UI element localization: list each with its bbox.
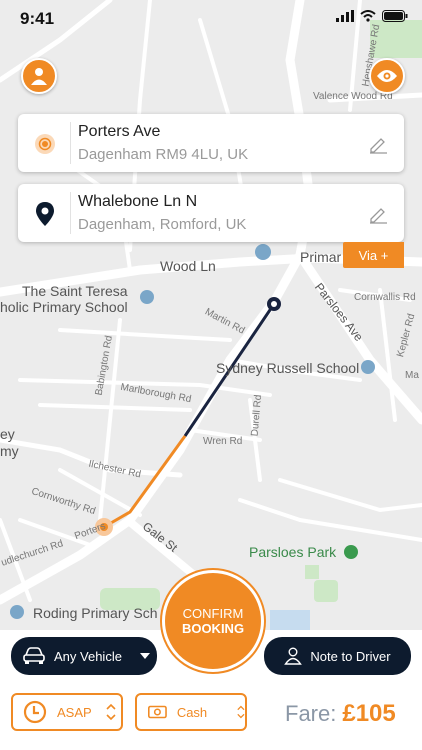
pickup-divider xyxy=(70,122,71,164)
confirm-line1: CONFIRM xyxy=(182,606,244,621)
map-label-wren-rd: Wren Rd xyxy=(203,436,243,447)
up-down-chevron-icon xyxy=(106,703,116,721)
fare-display: Fare: £105 xyxy=(285,700,396,728)
map-label-my: my xyxy=(0,443,19,459)
profile-icon xyxy=(31,68,47,85)
map-label-saint-teresa: The Saint Teresa xyxy=(22,283,128,299)
pickup-name: Porters Ave xyxy=(78,123,161,140)
status-time: 9:41 xyxy=(20,9,55,28)
map-label-sydney-russell: Sydney Russell School xyxy=(216,360,360,376)
pencil-icon[interactable] xyxy=(368,204,388,224)
dropoff-detail: Dagenham, Romford, UK xyxy=(78,216,247,233)
time-select[interactable]: ASAP xyxy=(11,693,123,731)
map-label-ey: ey xyxy=(0,426,15,442)
payment-label: Cash xyxy=(176,704,208,720)
map-label-saint-teresa-school: holic Primary School xyxy=(0,299,128,315)
dropoff-card[interactable]: Whalebone Ln N Dagenham, Romford, UK xyxy=(18,184,404,242)
pencil-icon[interactable] xyxy=(368,134,388,154)
map-label-ma: Ma xyxy=(405,370,419,381)
eye-button[interactable] xyxy=(369,58,405,94)
pickup-card[interactable]: Porters Ave Dagenham RM9 4LU, UK xyxy=(18,114,404,172)
location-pin-icon xyxy=(32,201,58,227)
confirm-booking-button[interactable]: CONFIRM BOOKING xyxy=(162,570,264,672)
vehicle-label: Any Vehicle xyxy=(54,648,122,664)
confirm-line2: BOOKING xyxy=(181,621,245,636)
eye-icon xyxy=(377,70,397,82)
up-down-chevron-icon xyxy=(237,705,245,719)
car-icon xyxy=(23,647,45,664)
battery-icon xyxy=(382,10,408,22)
note-label: Note to Driver xyxy=(310,648,391,664)
clock-icon xyxy=(23,700,47,724)
pickup-detail: Dagenham RM9 4LU, UK xyxy=(78,146,249,163)
user-outline-icon xyxy=(284,647,303,665)
map-label-wood-ln: Wood Ln xyxy=(160,258,216,274)
fare-amount: £105 xyxy=(342,700,396,727)
dropoff-divider xyxy=(70,192,71,234)
map-view[interactable]: Wood Ln Primar The Saint Teresa holic Pr… xyxy=(0,0,422,630)
dropoff-name: Whalebone Ln N xyxy=(78,193,198,210)
map-label-primary: Primar xyxy=(300,249,342,265)
signal-icon xyxy=(336,10,354,22)
payment-select[interactable]: Cash xyxy=(135,693,247,731)
status-bar: 9:41 xyxy=(0,0,422,36)
pickup-dot-icon xyxy=(32,131,58,157)
map-label-roding: Roding Primary Sch xyxy=(33,605,158,621)
fare-label: Fare: xyxy=(285,701,337,726)
map-label-parsloes-park: Parsloes Park xyxy=(249,544,337,560)
dropdown-arrow-icon xyxy=(139,653,150,659)
profile-button[interactable] xyxy=(21,58,57,94)
via-button[interactable]: Via + xyxy=(343,242,404,268)
status-icons xyxy=(336,10,408,22)
wifi-icon xyxy=(360,10,376,22)
time-label: ASAP xyxy=(57,704,92,720)
note-to-driver-button[interactable]: Note to Driver xyxy=(264,637,411,675)
vehicle-select[interactable]: Any Vehicle xyxy=(11,637,157,675)
map-label-cornwallis-rd: Cornwallis Rd xyxy=(354,292,416,303)
cash-icon xyxy=(148,705,167,719)
